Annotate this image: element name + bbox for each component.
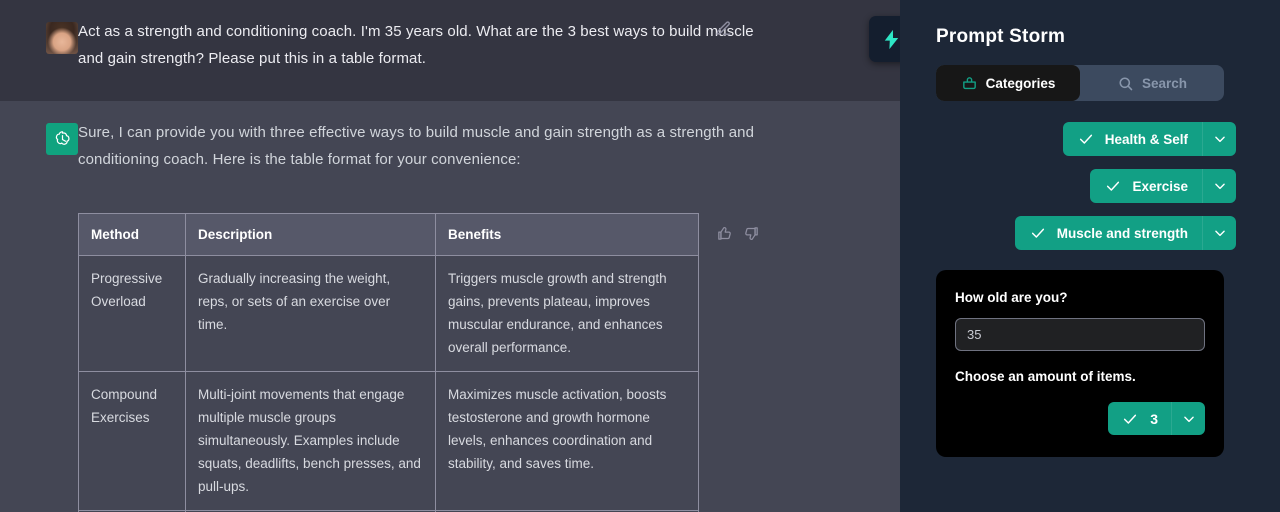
app-root: Act as a strength and conditioning coach… [0,0,1280,512]
page-title: Prompt Storm [936,26,1066,47]
category-chip-label: Exercise [1132,178,1188,194]
category-chip-exercise[interactable]: Exercise [1090,169,1236,203]
check-icon [1122,411,1138,427]
table-row: Progressive Overload Gradually increasin… [78,255,699,372]
assistant-message-actions [716,225,760,242]
thumbs-down-icon[interactable] [743,225,760,242]
question-card: How old are you? Choose an amount of ite… [936,270,1224,457]
chevron-down-icon[interactable] [1202,216,1236,250]
assistant-message: Sure, I can provide you with three effec… [0,101,900,240]
thumbs-up-icon[interactable] [716,225,733,242]
table-cell-description: Gradually increasing the weight, reps, o… [185,255,436,372]
table-header-row: Method Description Benefits [78,213,699,256]
edit-pencil-icon[interactable] [715,20,732,37]
user-message-actions [715,20,732,37]
amount-select-value: 3 [1150,410,1158,427]
user-message: Act as a strength and conditioning coach… [0,0,900,101]
tab-categories-label: Categories [985,75,1056,91]
table-cell-method: Compound Exercises [78,371,186,511]
category-list: Health & Self Exercise Muscle and streng… [936,122,1236,250]
user-avatar-wrap [0,18,78,83]
answer-table: Method Description Benefits Progressive … [78,213,699,512]
tab-search-label: Search [1141,75,1188,91]
question-card-holder: How old are you? Choose an amount of ite… [936,270,1236,457]
table-cell-method: Progressive Overload [78,255,186,372]
basket-icon [961,75,978,92]
table-header-description: Description [185,213,436,256]
category-chip-label: Muscle and strength [1056,225,1188,241]
chevron-down-icon[interactable] [1202,169,1236,203]
category-chip-label: Health & Self [1104,131,1188,147]
age-input[interactable] [955,318,1205,351]
table-cell-benefits: Triggers muscle growth and strength gain… [435,255,699,372]
check-icon [1030,225,1046,241]
chatgpt-logo-icon [46,123,78,155]
user-message-body: Act as a strength and conditioning coach… [78,18,778,83]
assistant-message-text: Sure, I can provide you with three effec… [78,124,755,168]
chat-transcript: Act as a strength and conditioning coach… [0,0,900,512]
tab-categories[interactable]: Categories [936,65,1080,101]
category-chip-muscle-and-strength[interactable]: Muscle and strength [1014,216,1236,250]
table-cell-description: Multi-joint movements that engage multip… [185,371,436,511]
check-icon [1078,131,1094,147]
amount-select-main[interactable]: 3 [1108,402,1171,435]
answer-table-wrap: Method Description Benefits Progressive … [78,213,699,512]
age-question-label: How old are you? [955,290,1068,305]
table-row: Compound Exercises Multi-joint movements… [78,371,699,511]
user-avatar [46,22,78,54]
amount-question-label: Choose an amount of items. [955,369,1136,384]
amount-row: 3 [955,402,1205,435]
amount-select-button[interactable]: 3 [1108,402,1205,435]
chevron-down-icon[interactable] [1202,122,1236,156]
category-chip-health-and-self[interactable]: Health & Self [1062,122,1236,156]
category-chip-main[interactable]: Health & Self [1063,122,1202,156]
prompt-storm-toggle-button[interactable] [869,16,900,62]
chevron-down-icon[interactable] [1171,402,1205,435]
category-chip-main[interactable]: Exercise [1090,169,1202,203]
assistant-avatar-wrap [0,119,78,173]
table-cell-benefits: Maximizes muscle activation, boosts test… [435,371,699,511]
search-icon [1117,75,1134,92]
table-header-benefits: Benefits [435,213,699,256]
user-message-text: Act as a strength and conditioning coach… [78,23,754,67]
assistant-message-body: Sure, I can provide you with three effec… [78,119,778,173]
check-icon [1105,178,1121,194]
sidebar-tabbar: Categories Search [936,65,1224,101]
lightning-bolt-icon [880,28,901,51]
tab-search[interactable]: Search [1080,65,1224,101]
category-chip-main[interactable]: Muscle and strength [1015,216,1202,250]
table-header-method: Method [78,213,186,256]
prompt-storm-sidebar: Prompt Storm Categories Search Health & … [900,0,1268,512]
